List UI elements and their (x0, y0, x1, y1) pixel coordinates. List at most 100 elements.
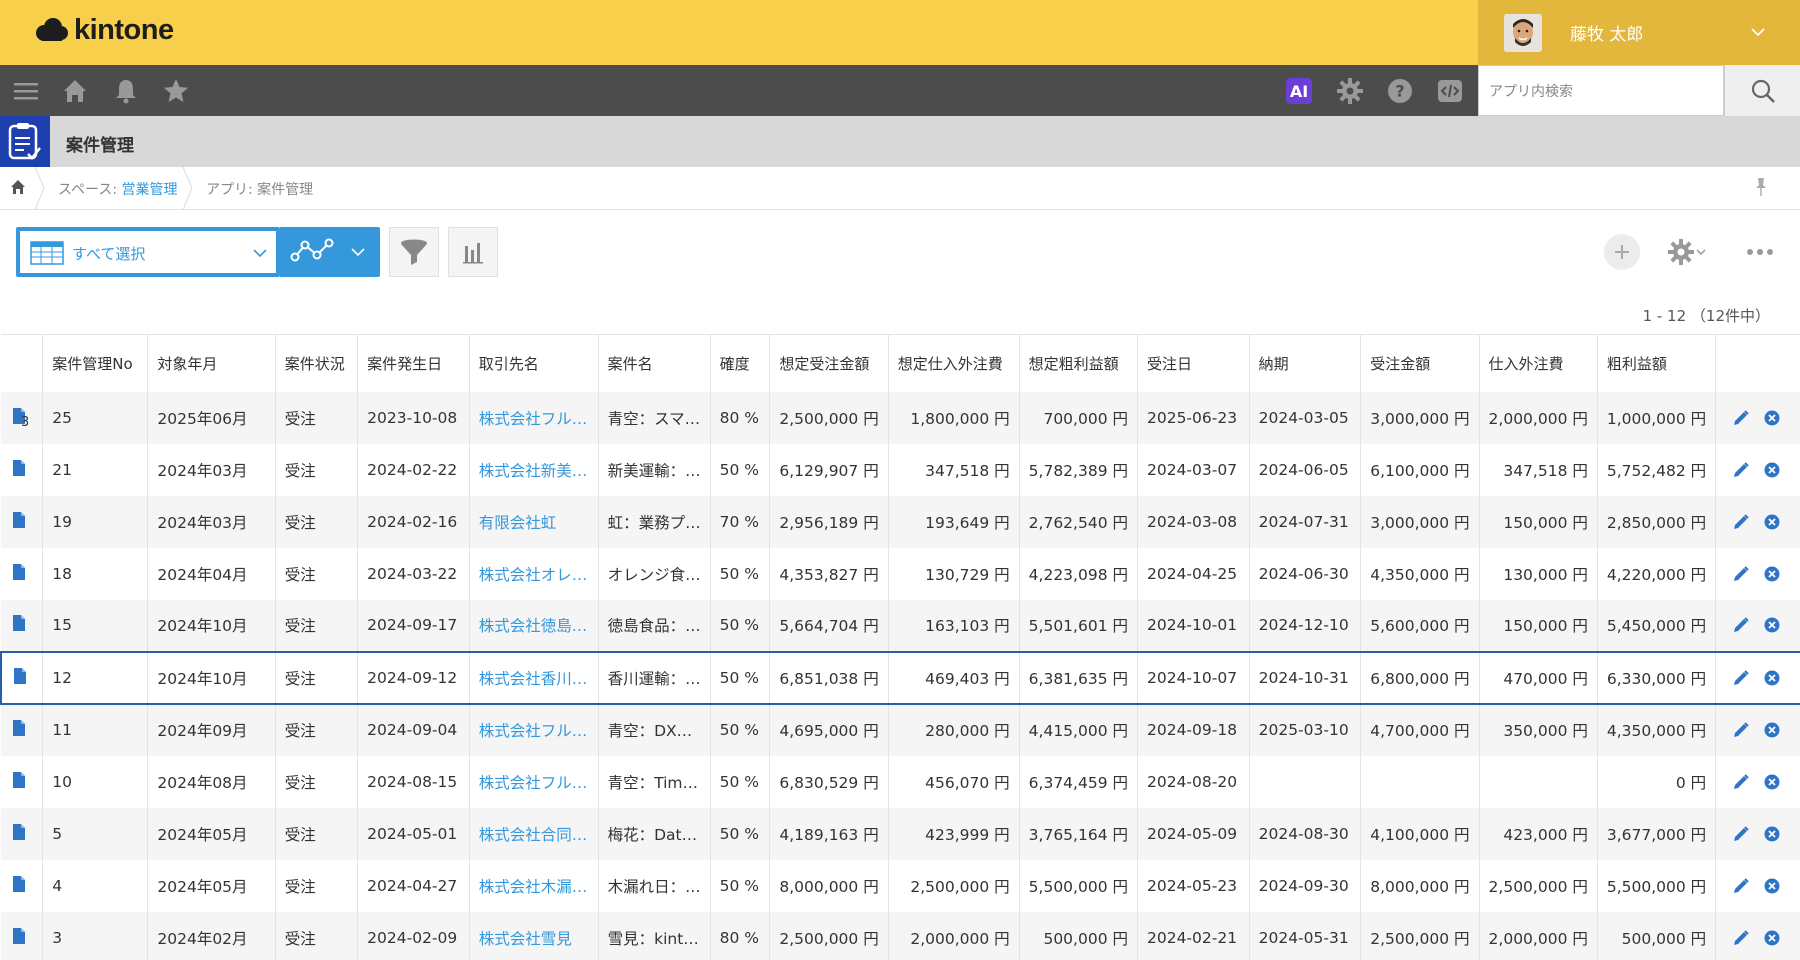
delete-icon[interactable] (1764, 566, 1780, 582)
home-icon[interactable] (10, 179, 26, 195)
hamburger-menu-icon[interactable] (12, 77, 40, 105)
cell-client[interactable]: 株式会社香川… (469, 650, 599, 705)
column-header[interactable]: 粗利益額 (1597, 334, 1717, 392)
record-open-cell[interactable] (1, 703, 44, 756)
ai-assistant-button[interactable]: AI (1286, 78, 1312, 104)
column-header[interactable]: 対象年月 (147, 334, 276, 392)
record-open-cell[interactable] (1, 859, 44, 912)
column-header[interactable]: 取引先名 (469, 334, 599, 392)
edit-pencil-icon[interactable] (1732, 616, 1750, 634)
view-selector[interactable]: すべて選択 (16, 227, 280, 277)
column-header[interactable]: 案件名 (598, 334, 711, 392)
record-open-cell[interactable] (1, 807, 44, 860)
column-header[interactable]: 受注日 (1137, 334, 1250, 392)
delete-icon[interactable] (1764, 410, 1780, 426)
record-open-cell[interactable] (1, 495, 44, 548)
user-menu[interactable]: 藤牧 太郎 (1478, 0, 1800, 65)
record-open-cell[interactable]: 3 (1, 391, 44, 444)
pin-icon[interactable] (1754, 177, 1768, 197)
record-icon[interactable] (12, 823, 26, 844)
home-icon[interactable] (61, 77, 89, 105)
record-icon[interactable] (12, 720, 26, 740)
app-search-input[interactable]: アプリ内検索 (1478, 65, 1724, 116)
cell-client[interactable]: 株式会社合同… (469, 807, 599, 860)
edit-pencil-icon[interactable] (1732, 773, 1750, 791)
table-row[interactable]: 10 2024年08月 受注 2024-08-15 株式会社フル… 青空：Tim… 50 %… (1, 755, 1800, 808)
cell-client[interactable]: 株式会社木漏… (469, 859, 599, 912)
column-header[interactable]: 確度 (710, 334, 771, 392)
record-icon[interactable] (12, 459, 26, 480)
bell-icon[interactable] (112, 77, 140, 105)
delete-icon[interactable] (1764, 930, 1780, 946)
cell-client[interactable]: 株式会社雪見 (469, 911, 599, 960)
record-icon[interactable] (12, 511, 26, 532)
delete-icon[interactable] (1764, 722, 1780, 738)
column-header[interactable]: 想定仕入外注費 (888, 334, 1020, 392)
table-row[interactable]: 5 2024年05月 受注 2024-05-01 株式会社合同… 梅花：Dat… 50 % 4… (1, 807, 1800, 860)
record-icon[interactable] (12, 875, 26, 896)
record-open-cell[interactable] (1, 443, 44, 496)
help-icon[interactable]: ? (1386, 77, 1414, 105)
delete-icon[interactable] (1764, 774, 1780, 790)
table-row[interactable]: 15 2024年10月 受注 2024-09-17 株式会社徳島… 徳島食品：… 50 % 5… (1, 599, 1800, 652)
table-row[interactable]: 18 2024年04月 受注 2024-03-22 株式会社オレ… オレンジ食… 50 % 4… (1, 547, 1800, 600)
app-settings-button[interactable] (1662, 234, 1712, 270)
edit-pencil-icon[interactable] (1732, 513, 1750, 531)
delete-icon[interactable] (1764, 514, 1780, 530)
table-row[interactable]: 3 25 2025年06月 受注 2023-10-08 株式会社フル… 青空：スマ… 80 %… (1, 391, 1800, 444)
column-header[interactable]: 案件状況 (275, 334, 359, 392)
delete-icon[interactable] (1764, 826, 1780, 842)
delete-icon[interactable] (1764, 878, 1780, 894)
code-icon[interactable] (1436, 77, 1464, 105)
cell-client[interactable]: 株式会社フル… (469, 391, 599, 444)
edit-pencil-icon[interactable] (1732, 929, 1750, 947)
gear-icon[interactable] (1336, 77, 1364, 105)
table-row[interactable]: 3 2024年02月 受注 2024-02-09 株式会社雪見 雪見：kint… 80 % 2… (1, 911, 1800, 960)
edit-pencil-icon[interactable] (1732, 825, 1750, 843)
record-icon[interactable]: 3 (12, 407, 29, 430)
table-row[interactable]: 19 2024年03月 受注 2024-02-16 有限会社虹 虹：業務プ… 70 % 2,9… (1, 495, 1800, 548)
record-icon[interactable] (12, 771, 26, 792)
graph-selector-button[interactable] (280, 227, 380, 277)
edit-pencil-icon[interactable] (1732, 565, 1750, 583)
chart-button[interactable] (448, 227, 498, 277)
edit-pencil-icon[interactable] (1732, 461, 1750, 479)
column-header[interactable]: 納期 (1249, 334, 1362, 392)
edit-pencil-icon[interactable] (1732, 721, 1750, 739)
filter-button[interactable] (389, 227, 439, 277)
star-icon[interactable] (162, 77, 190, 105)
cell-client[interactable]: 株式会社オレ… (469, 547, 599, 600)
table-row[interactable]: 12 2024年10月 受注 2024-09-12 株式会社香川… 香川運輸：… 50 % 6… (0, 650, 1800, 705)
column-header[interactable]: 案件管理No (42, 334, 149, 392)
record-open-cell[interactable] (1, 755, 44, 808)
column-header[interactable]: 想定受注金額 (769, 334, 889, 392)
edit-pencil-icon[interactable] (1732, 409, 1750, 427)
delete-icon[interactable] (1764, 670, 1780, 686)
record-open-cell[interactable] (0, 650, 44, 705)
column-header[interactable]: 案件発生日 (357, 334, 470, 392)
delete-icon[interactable] (1764, 617, 1780, 633)
record-icon[interactable] (12, 563, 26, 584)
search-button[interactable] (1724, 65, 1800, 116)
kintone-logo[interactable]: kintone (34, 14, 174, 47)
cell-client[interactable]: 株式会社徳島… (469, 599, 599, 652)
record-open-cell[interactable] (1, 599, 44, 652)
table-row[interactable]: 4 2024年05月 受注 2024-04-27 株式会社木漏… 木漏れ日：… 50 % 8,… (1, 859, 1800, 912)
record-icon[interactable] (12, 927, 26, 948)
table-row[interactable]: 21 2024年03月 受注 2024-02-22 株式会社新美… 新美運輸：… 50 % 6… (1, 443, 1800, 496)
app-icon[interactable] (0, 116, 50, 167)
record-icon[interactable] (12, 615, 26, 635)
cell-client[interactable]: 株式会社新美… (469, 443, 599, 496)
add-record-button[interactable] (1604, 234, 1640, 270)
edit-pencil-icon[interactable] (1732, 669, 1750, 687)
breadcrumb-space-link[interactable]: 営業管理 (122, 182, 178, 198)
record-icon[interactable] (13, 667, 27, 688)
record-open-cell[interactable] (1, 911, 44, 960)
cell-client[interactable]: 有限会社虹 (469, 495, 599, 548)
delete-icon[interactable] (1764, 462, 1780, 478)
cell-client[interactable]: 株式会社フル… (469, 703, 599, 756)
table-row[interactable]: 11 2024年09月 受注 2024-09-04 株式会社フル… 青空：DX… 50 % 4… (1, 703, 1800, 756)
cell-client[interactable]: 株式会社フル… (469, 755, 599, 808)
column-header[interactable]: 仕入外注費 (1479, 334, 1598, 392)
more-options-button[interactable] (1738, 234, 1782, 270)
